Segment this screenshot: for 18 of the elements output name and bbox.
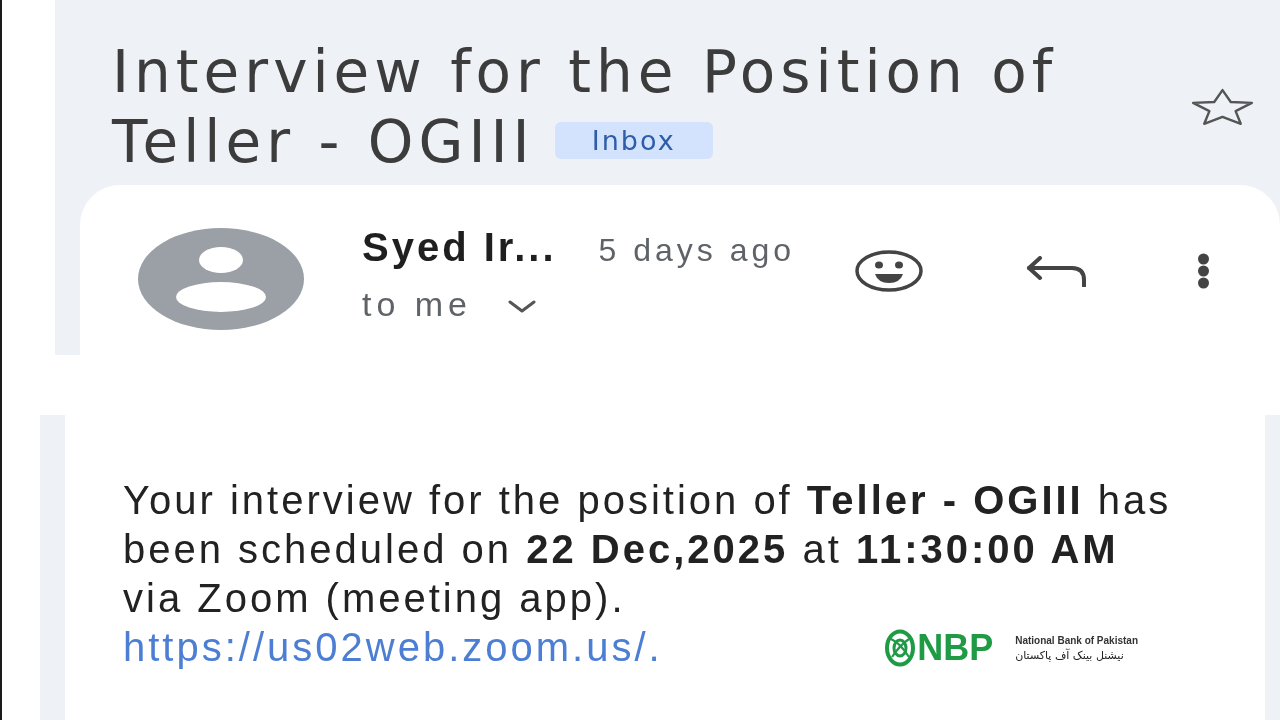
message-body: Your interview for the position of Teller - OGIII has been scheduled on 22 Dec,2025 at 11:30:00 AM via Zoom (meeting app). [123,477,1173,622]
bank-name: National Bank of Pakistan [1015,633,1138,648]
bank-emblem-icon [885,628,916,667]
reply-icon[interactable] [1025,255,1088,287]
email-subject: Teller - OGIII [112,107,535,177]
smiley-icon[interactable] [855,250,923,292]
star-icon[interactable] [1190,88,1255,126]
sender-name: Syed Ir... [362,224,557,271]
bank-name-urdu: نیشنل بینک آف پاکستان [1015,647,1125,663]
recipient-text: to me [362,284,473,324]
email-subject: Interview for the Position of [112,37,1058,107]
person-avatar-icon [138,228,304,330]
sent-time: 5 days ago [598,232,796,269]
inbox-label: Inbox [554,121,713,159]
chevron-down-icon[interactable] [508,299,537,313]
more-options-icon[interactable] [1197,253,1210,289]
meeting-link[interactable]: https://us02web.zoom.us/. [123,623,663,672]
logo-text: NBP [917,627,994,668]
